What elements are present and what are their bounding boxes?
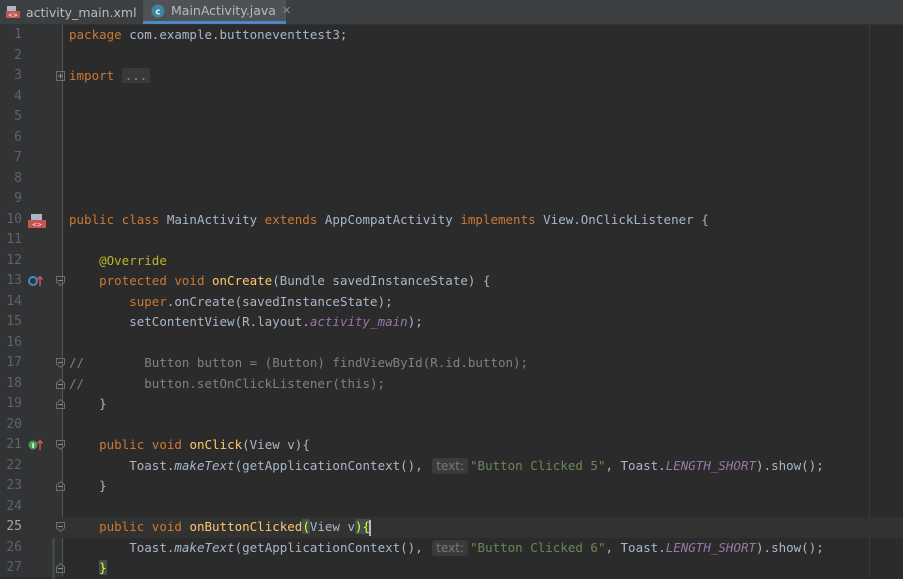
code-keyword: public void: [99, 519, 182, 534]
parameter-hint: text:: [432, 539, 469, 556]
text-caret: [369, 519, 371, 536]
code-line: 26 Toast.makeText(getApplicationContext(…: [0, 538, 903, 559]
code-text: Toast.: [129, 539, 175, 555]
line-number: 26: [6, 539, 22, 555]
code-text: , Toast.: [605, 539, 666, 555]
tail-lines: 25 public void onButtonClicked(View v){ …: [0, 0, 903, 577]
static-method: makeText: [174, 539, 235, 555]
method-name: onButtonClicked: [189, 519, 303, 534]
line-number: 25: [6, 519, 22, 534]
matched-paren: (: [302, 519, 310, 534]
matched-paren: ): [355, 519, 363, 534]
code-text: ).show();: [756, 539, 824, 555]
fold-collapse-icon[interactable]: [56, 522, 65, 532]
matched-brace: }: [99, 560, 107, 575]
string-literal: "Button Clicked 6": [470, 539, 606, 555]
line-number: 27: [6, 560, 22, 575]
fold-end-icon[interactable]: [56, 563, 65, 573]
code-line: 27 }: [0, 558, 903, 577]
code-line-current[interactable]: 25 public void onButtonClicked(View v){: [0, 517, 903, 538]
code-text: View v: [309, 519, 356, 534]
code-text: (getApplicationContext(),: [234, 539, 423, 555]
code-field: LENGTH_SHORT: [665, 539, 757, 555]
